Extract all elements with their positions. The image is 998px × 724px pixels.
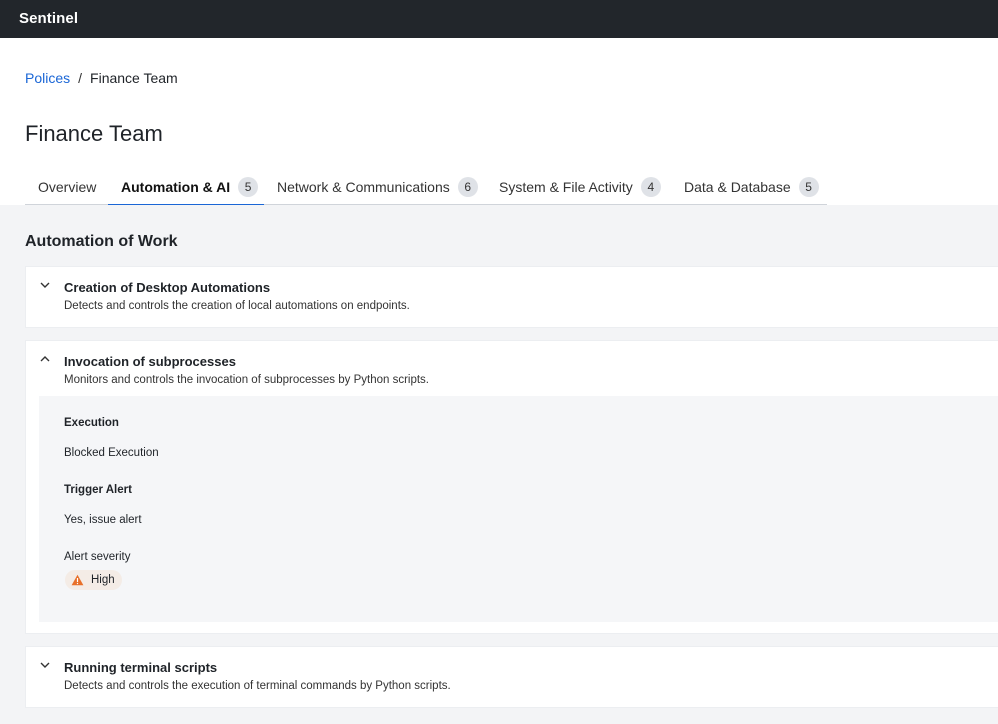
alert-severity-label: Alert severity <box>64 551 131 563</box>
policy-card-invocation-subprocesses: Invocation of subprocesses Monitors and … <box>25 340 998 634</box>
policy-title: Running terminal scripts <box>64 660 218 675</box>
policy-card-header[interactable]: Creation of Desktop Automations Detects … <box>26 267 998 312</box>
tab-data-database[interactable]: Data & Database 5 <box>671 173 827 205</box>
policy-description: Detects and controls the creation of loc… <box>64 300 410 312</box>
policy-card-desktop-automations: Creation of Desktop Automations Detects … <box>25 266 998 328</box>
policy-title: Creation of Desktop Automations <box>64 280 271 295</box>
policy-card-header[interactable]: Running terminal scripts Detects and con… <box>26 647 998 692</box>
chevron-up-icon[interactable] <box>39 352 51 364</box>
breadcrumb-current: Finance Team <box>90 70 178 86</box>
policy-title: Invocation of subprocesses <box>64 354 236 369</box>
breadcrumb-separator: / <box>78 70 83 86</box>
severity-badge: High <box>65 570 122 590</box>
policy-details-panel: Execution Blocked Execution Trigger Aler… <box>39 396 998 622</box>
tab-system-file-activity[interactable]: System & File Activity 4 <box>486 173 671 205</box>
policy-card-header[interactable]: Invocation of subprocesses Monitors and … <box>26 341 998 386</box>
tab-automation-ai-label: Automation & AI <box>121 179 231 195</box>
chevron-down-icon[interactable] <box>39 658 51 670</box>
warning-icon <box>71 574 84 586</box>
breadcrumb: Polices / Finance Team <box>25 70 178 86</box>
page-title: Finance Team <box>25 121 163 146</box>
tab-automation-ai-count: 5 <box>238 177 259 197</box>
trigger-alert-value: Yes, issue alert <box>64 514 142 526</box>
policy-description: Detects and controls the execution of te… <box>64 680 451 692</box>
tab-data-database-count: 5 <box>798 177 819 197</box>
main-content: Automation of Work Creation of Desktop A… <box>0 205 998 724</box>
top-bar: Sentinel <box>0 0 998 38</box>
chevron-down-icon[interactable] <box>39 278 51 290</box>
execution-label: Execution <box>64 417 119 429</box>
severity-value: High <box>91 574 115 586</box>
tab-system-file-activity-label: System & File Activity <box>499 179 633 195</box>
policy-description: Monitors and controls the invocation of … <box>64 374 429 386</box>
tab-bar: Overview Automation & AI 5 Network & Com… <box>25 173 827 206</box>
trigger-alert-label: Trigger Alert <box>64 484 132 496</box>
policy-card-terminal-scripts: Running terminal scripts Detects and con… <box>25 646 998 708</box>
section-title: Automation of Work <box>25 233 178 250</box>
tab-overview[interactable]: Overview <box>25 173 108 205</box>
tab-network-communications-count: 6 <box>457 177 478 197</box>
breadcrumb-policies-link[interactable]: Polices <box>25 70 70 86</box>
tab-network-communications-label: Network & Communications <box>277 179 450 195</box>
tab-overview-label: Overview <box>38 179 97 195</box>
app-logo[interactable]: Sentinel <box>19 10 78 27</box>
tab-data-database-label: Data & Database <box>684 179 791 195</box>
tab-system-file-activity-count: 4 <box>640 177 661 197</box>
execution-value: Blocked Execution <box>64 447 159 459</box>
tab-automation-ai[interactable]: Automation & AI 5 <box>108 173 264 206</box>
tab-network-communications[interactable]: Network & Communications 6 <box>264 173 486 205</box>
